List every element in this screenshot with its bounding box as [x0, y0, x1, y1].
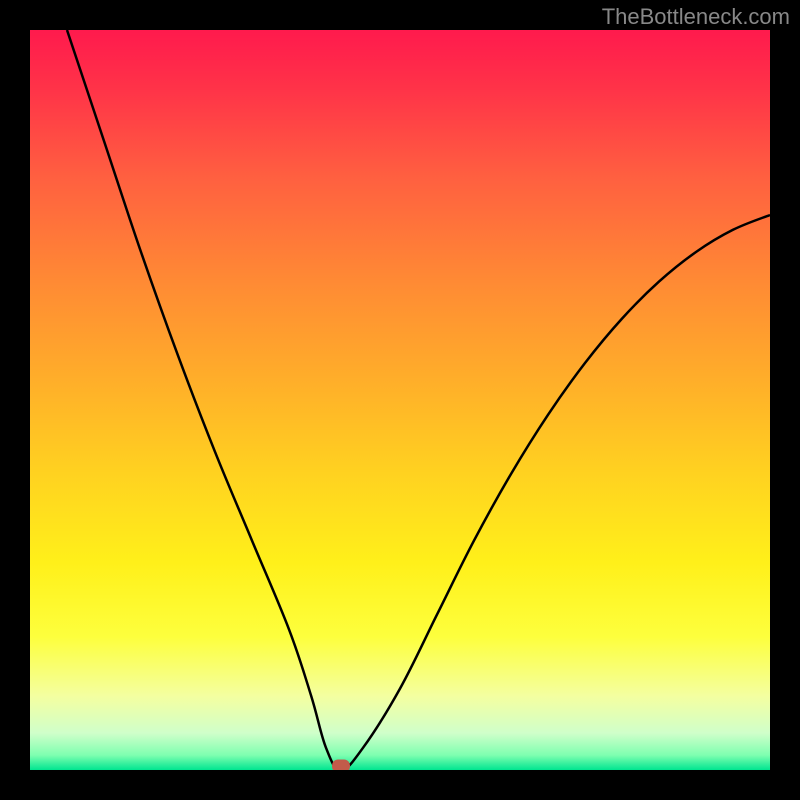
- plot-area: [30, 30, 770, 770]
- minimum-marker: [332, 760, 350, 771]
- curve-svg: [30, 30, 770, 770]
- watermark-text: TheBottleneck.com: [602, 4, 790, 30]
- bottleneck-curve: [67, 30, 770, 770]
